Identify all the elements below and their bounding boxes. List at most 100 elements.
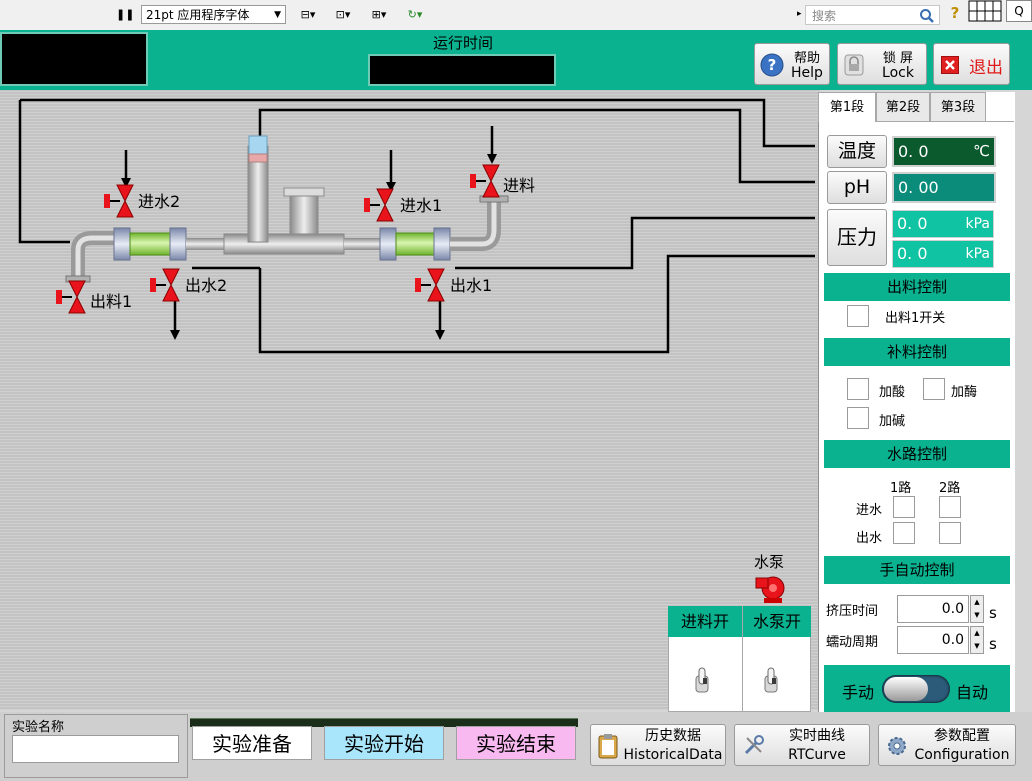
pressure-unit-1: kPa [965, 216, 991, 232]
connector-pane-icon[interactable] [968, 0, 1002, 22]
lock-button-title: 锁 屏 [882, 51, 914, 66]
historical-data-sub: HistoricalData [623, 747, 723, 763]
search-placeholder: 搜索 [812, 9, 837, 23]
add-enzyme-checkbox[interactable] [923, 378, 945, 400]
add-base-label: 加碱 [879, 414, 906, 429]
pressure-display-1: 0. 0 kPa [892, 210, 994, 238]
pump-switch-header: 水泵开 [743, 606, 811, 637]
tab-stage-3[interactable]: 第3段 [930, 92, 986, 122]
valve-water-out-2-label: 出水2 [185, 276, 228, 295]
experiment-name-label: 实验名称 [12, 720, 65, 735]
lock-icon [844, 54, 864, 76]
pressure-value-2: 0. 0 [897, 244, 928, 263]
valve-water-out-1[interactable] [415, 268, 449, 302]
help-button-sub: Help [791, 65, 823, 81]
help-circle-icon: ? [760, 53, 784, 77]
peristaltic-period-stepper[interactable]: ▲ ▼ [970, 626, 984, 654]
water-out-row-label: 出水 [856, 531, 883, 546]
close-icon [941, 56, 959, 74]
valve-water-out-2[interactable] [150, 268, 184, 302]
feed-control-title: 补料控制 [824, 338, 1010, 366]
add-base-checkbox[interactable] [847, 407, 869, 429]
water-out-2-checkbox[interactable] [939, 522, 961, 544]
manual-label: 手动 [842, 683, 875, 702]
historical-data-button[interactable]: 历史数据 HistoricalData [590, 724, 726, 766]
experiment-name-input[interactable] [12, 735, 179, 763]
resize-objects-icon[interactable]: ⊞▾ [366, 7, 392, 23]
pump-icon[interactable] [754, 572, 788, 604]
gear-icon [888, 737, 906, 755]
valve-water-out-1-label: 出水1 [450, 276, 493, 295]
valve-feed-in-label: 进料 [503, 176, 536, 195]
water-out-1-checkbox[interactable] [893, 522, 915, 544]
water-in-2-checkbox[interactable] [939, 496, 961, 518]
date-time-display [0, 32, 148, 86]
lock-button-sub: Lock [882, 65, 914, 81]
ph-display: 0. 00 [892, 172, 996, 203]
mode-toggle[interactable] [882, 675, 950, 703]
feed-toggle-switch[interactable] [693, 666, 713, 696]
temperature-value: 0. 0 [898, 142, 929, 161]
valve-water-in-1[interactable] [364, 188, 398, 222]
start-button[interactable]: 实验开始 [324, 726, 444, 760]
add-enzyme-label: 加酶 [951, 385, 978, 400]
valve-water-in-2-label: 进水2 [138, 192, 181, 211]
squeeze-time-unit: s [989, 604, 997, 622]
rt-curve-button[interactable]: 实时曲线 RTCurve [734, 724, 870, 766]
pause-button[interactable]: ❚❚ [116, 7, 134, 23]
lock-button[interactable]: 锁 屏 Lock [837, 43, 927, 85]
reorder-icon[interactable]: ↻▾ [402, 7, 428, 23]
align-objects-icon[interactable]: ⊟▾ [295, 7, 321, 23]
peristaltic-period-label: 蠕动周期 [826, 635, 879, 650]
rt-curve-title: 实时曲线 [789, 728, 845, 744]
help-icon[interactable]: ? [946, 4, 964, 24]
runtime-display [368, 54, 556, 86]
discharge-control-title: 出料控制 [824, 273, 1010, 301]
font-select-value: 21pt 应用程序字体 [146, 8, 250, 22]
water-control-title: 水路控制 [824, 440, 1010, 468]
add-acid-checkbox[interactable] [847, 378, 869, 400]
tools-icon [744, 735, 764, 755]
pressure-label: 压力 [827, 209, 887, 266]
valve-water-in-1-label: 进水1 [400, 196, 443, 215]
exit-button[interactable]: 退出 [933, 43, 1010, 85]
runtime-label: 运行时间 [432, 34, 493, 52]
switch-divider [742, 606, 743, 712]
water-in-row-label: 进水 [856, 503, 883, 518]
configuration-button[interactable]: 参数配置 Configuration [878, 724, 1016, 766]
water-col-1-label: 1路 [890, 481, 912, 496]
discharge-1-checkbox[interactable] [847, 305, 869, 327]
squeeze-time-stepper[interactable]: ▲ ▼ [970, 595, 984, 623]
valve-feed-in[interactable] [470, 164, 504, 198]
clipboard-icon [598, 734, 618, 759]
squeeze-time-input[interactable]: 0.0 [897, 595, 969, 623]
chevron-down-icon: ▼ [274, 10, 281, 20]
add-acid-label: 加酸 [879, 385, 906, 400]
tab-stage-1[interactable]: 第1段 [818, 92, 876, 122]
distribute-objects-icon[interactable]: ⊡▾ [330, 7, 356, 23]
auto-control-title: 手自动控制 [824, 556, 1010, 584]
temperature-display: 0. 0 ℃ [892, 136, 996, 167]
mode-toggle-knob [884, 677, 928, 701]
discharge-1-label: 出料1开关 [885, 311, 946, 326]
valve-water-in-2[interactable] [104, 184, 138, 218]
ph-value: 0. 00 [898, 178, 939, 197]
pump-toggle-switch[interactable] [762, 666, 782, 696]
pressure-display-2: 0. 0 kPa [892, 240, 994, 268]
font-select[interactable]: 21pt 应用程序字体 ▼ [141, 5, 286, 24]
prepare-button[interactable]: 实验准备 [192, 726, 312, 760]
tab-stage-2[interactable]: 第2段 [876, 92, 930, 122]
exit-button-label: 退出 [969, 58, 1003, 78]
help-button[interactable]: ? 帮助 Help [754, 43, 830, 85]
valve-discharge-1-label: 出料1 [90, 292, 133, 311]
water-col-2-label: 2路 [939, 481, 961, 496]
end-button[interactable]: 实验结束 [456, 726, 576, 760]
search-input[interactable]: 搜索 [805, 5, 940, 25]
water-in-1-checkbox[interactable] [893, 496, 915, 518]
search-arrow-icon: ▸ [797, 9, 802, 19]
peristaltic-period-input[interactable]: 0.0 [897, 626, 969, 654]
labview-toolbar: ❚❚ 21pt 应用程序字体 ▼ ⊟▾ ⊡▾ ⊞▾ ↻▾ ▸ 搜索 ? Q [0, 0, 1032, 31]
configuration-title: 参数配置 [934, 728, 990, 744]
valve-discharge-1[interactable] [56, 280, 90, 314]
peristaltic-period-unit: s [989, 635, 997, 653]
